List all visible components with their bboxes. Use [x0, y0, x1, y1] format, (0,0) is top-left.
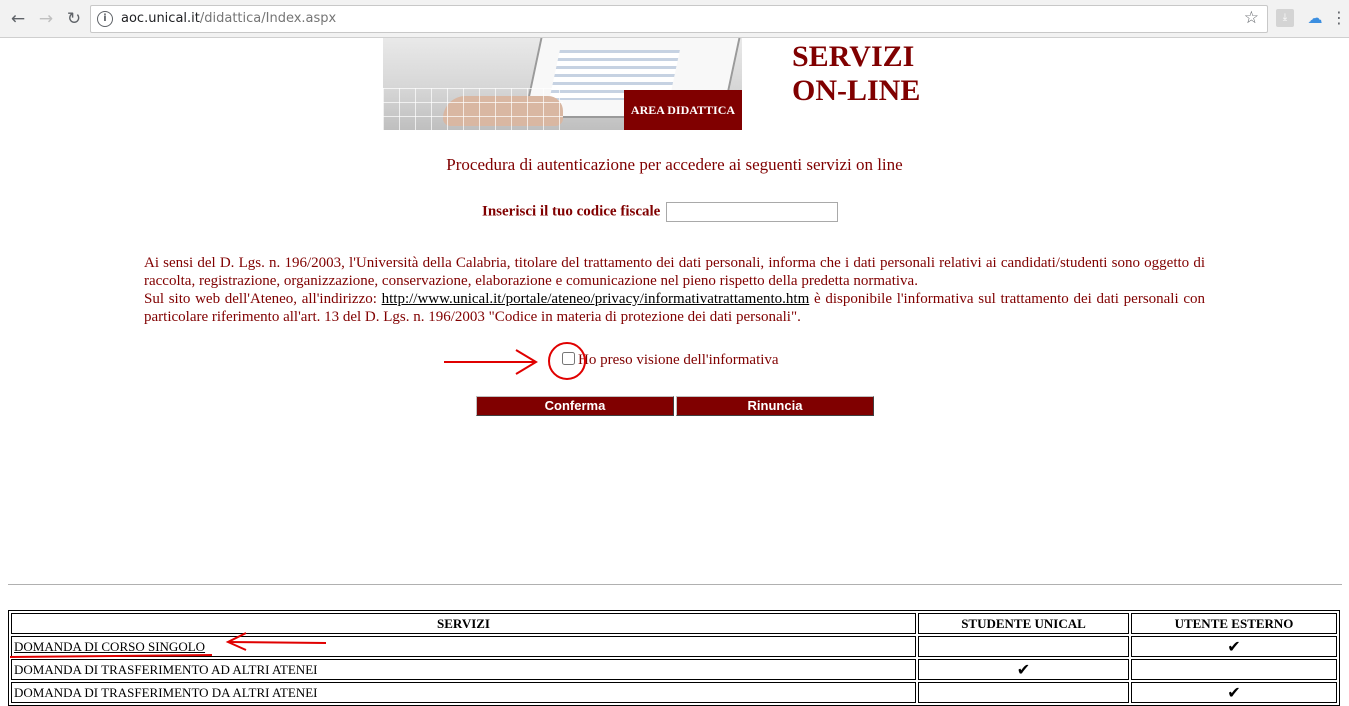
reload-icon[interactable]: ↻ [62, 7, 86, 31]
area-didattica-label: AREA DIDATTICA [624, 90, 742, 130]
privacy-link[interactable]: http://www.unical.it/portale/ateneo/priv… [382, 291, 810, 307]
consent-checkbox[interactable] [562, 352, 575, 365]
studente-unical-cell [918, 682, 1129, 703]
title-line-2: ON-LINE [792, 74, 921, 107]
consent-label: Ho preso visione dell'informativa [578, 352, 779, 368]
check-icon: ✔ [1131, 682, 1337, 703]
browser-toolbar: ← → ↻ i aoc.unical.it/didattica/Index.as… [0, 0, 1349, 38]
table-row: DOMANDA DI TRASFERIMENTO DA ALTRI ATENEI… [11, 682, 1337, 703]
address-bar[interactable]: i aoc.unical.it/didattica/Index.aspx ☆ [90, 5, 1268, 33]
menu-icon[interactable]: ⋮ [1330, 9, 1348, 27]
url-host: aoc.unical.it [121, 11, 200, 26]
annotation-arrow-right-icon [444, 349, 538, 375]
area-didattica-banner: AREA DIDATTICA [383, 38, 742, 130]
column-header-servizi: SERVIZI [11, 613, 916, 634]
column-header-studente-unical: STUDENTE UNICAL [918, 613, 1129, 634]
check-icon: ✔ [1131, 636, 1337, 657]
page-subtitle: Procedura di autenticazione per accedere… [446, 155, 903, 174]
table-row: DOMANDA DI TRASFERIMENTO AD ALTRI ATENEI… [11, 659, 1337, 680]
star-icon[interactable]: ☆ [1244, 8, 1259, 28]
url-path: /didattica/Index.aspx [199, 11, 337, 26]
url-text[interactable]: aoc.unical.it/didattica/Index.aspx [121, 11, 336, 26]
grid-overlay [383, 88, 563, 130]
table-row: DOMANDA DI CORSO SINGOLO ✔ [11, 636, 1337, 657]
table-header-row: SERVIZI STUDENTE UNICAL UTENTE ESTERNO [11, 613, 1337, 634]
forward-icon[interactable]: → [34, 7, 58, 31]
service-name-link[interactable]: DOMANDA DI CORSO SINGOLO [11, 636, 916, 657]
service-name-link[interactable]: DOMANDA DI TRASFERIMENTO DA ALTRI ATENEI [11, 682, 916, 703]
consent-row[interactable]: Ho preso visione dell'informativa [562, 352, 779, 369]
services-table: SERVIZI STUDENTE UNICAL UTENTE ESTERNO D… [8, 610, 1340, 706]
info-icon[interactable]: i [97, 11, 113, 27]
cancel-button[interactable]: Rinuncia [676, 396, 874, 416]
pdf-extension-icon[interactable]: ⤓ [1276, 9, 1294, 27]
utente-esterno-cell [1131, 659, 1337, 680]
page-title: SERVIZI ON-LINE [792, 40, 920, 108]
title-line-1: SERVIZI [792, 40, 915, 73]
column-header-utente-esterno: UTENTE ESTERNO [1131, 613, 1337, 634]
privacy-paragraph-1: Ai sensi del D. Lgs. n. 196/2003, l'Univ… [144, 255, 1205, 289]
service-name-link[interactable]: DOMANDA DI TRASFERIMENTO AD ALTRI ATENEI [11, 659, 916, 680]
back-icon[interactable]: ← [6, 7, 30, 31]
confirm-button[interactable]: Conferma [476, 396, 674, 416]
cloud-extension-icon[interactable]: ☁ [1306, 9, 1324, 27]
divider [8, 584, 1342, 585]
codice-fiscale-input[interactable] [666, 202, 839, 222]
codice-fiscale-row: Inserisci il tuo codice fiscale [482, 202, 839, 222]
codice-fiscale-label: Inserisci il tuo codice fiscale [482, 203, 661, 220]
privacy-notice: Ai sensi del D. Lgs. n. 196/2003, l'Univ… [144, 254, 1205, 326]
studente-unical-cell [918, 636, 1129, 657]
check-icon: ✔ [918, 659, 1129, 680]
privacy-paragraph-2-prefix: Sul sito web dell'Ateneo, all'indirizzo: [144, 291, 382, 307]
